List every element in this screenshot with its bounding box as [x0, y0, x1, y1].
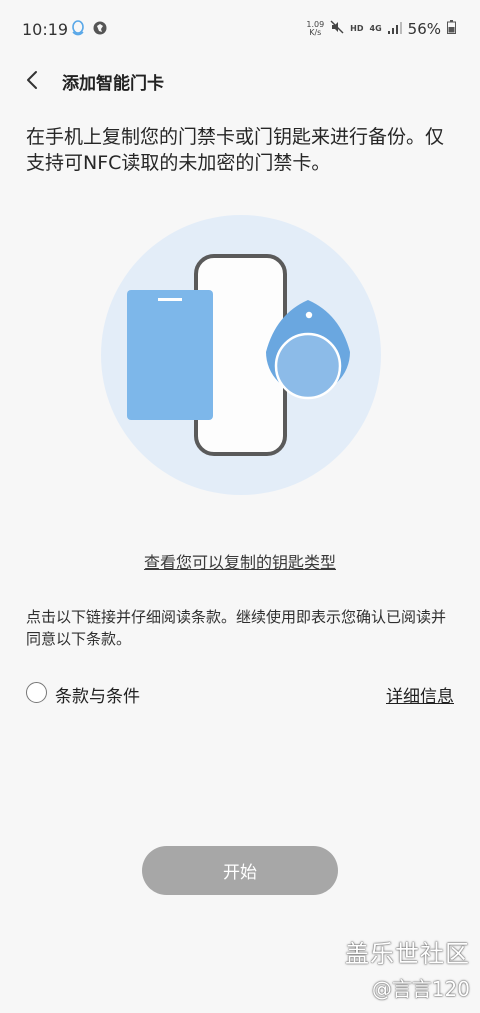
details-link[interactable]: 详细信息 [386, 682, 454, 707]
terms-checkbox[interactable] [26, 682, 47, 703]
vpn-icon [92, 20, 108, 38]
chevron-left-icon [27, 71, 37, 89]
start-button[interactable]: 开始 [142, 846, 338, 895]
qq-icon [70, 20, 86, 38]
mute-icon [330, 20, 344, 38]
back-button[interactable] [14, 64, 50, 96]
description-text: 在手机上复制您的门禁卡或门钥匙来进行备份。仅支持可NFC读取的未加密的门禁卡。 [26, 126, 445, 174]
watermark-brand: 盖乐世社区 [345, 940, 470, 968]
watermark: 盖乐世社区 @言言120 [345, 934, 470, 1002]
status-time: 10:19 [22, 20, 69, 39]
watermark-user: @言言120 [371, 977, 470, 1001]
network-speed: 1.09 K/s [306, 21, 324, 37]
battery-icon [447, 20, 456, 38]
signal-icon [387, 20, 402, 38]
network-label: 4G [369, 24, 382, 33]
battery-percent: 56% [407, 20, 441, 38]
page-title: 添加智能门卡 [62, 74, 164, 94]
terms-label[interactable]: 条款与条件 [55, 682, 140, 707]
status-left-icons [70, 20, 108, 38]
key-types-link-row: 查看您可以复制的钥匙类型 [0, 549, 480, 573]
status-bar: 10:19 1.09 K/s HD 4G 56% [0, 0, 480, 58]
door-card-illustration [100, 214, 382, 496]
speed-unit: K/s [309, 28, 322, 37]
terms-row: 条款与条件 详细信息 [24, 680, 456, 708]
app-header: 添加智能门卡 [0, 58, 480, 102]
status-right: 1.09 K/s HD 4G 56% [306, 20, 456, 38]
terms-note: 点击以下链接并仔细阅读条款。继续使用即表示您确认已阅读并同意以下条款。 [26, 608, 447, 648]
screen: 10:19 1.09 K/s HD 4G 56% 添加智能门卡 在手机上复制您的… [0, 0, 480, 1013]
key-types-link[interactable]: 查看您可以复制的钥匙类型 [144, 553, 336, 572]
hd-label: HD [350, 24, 364, 33]
